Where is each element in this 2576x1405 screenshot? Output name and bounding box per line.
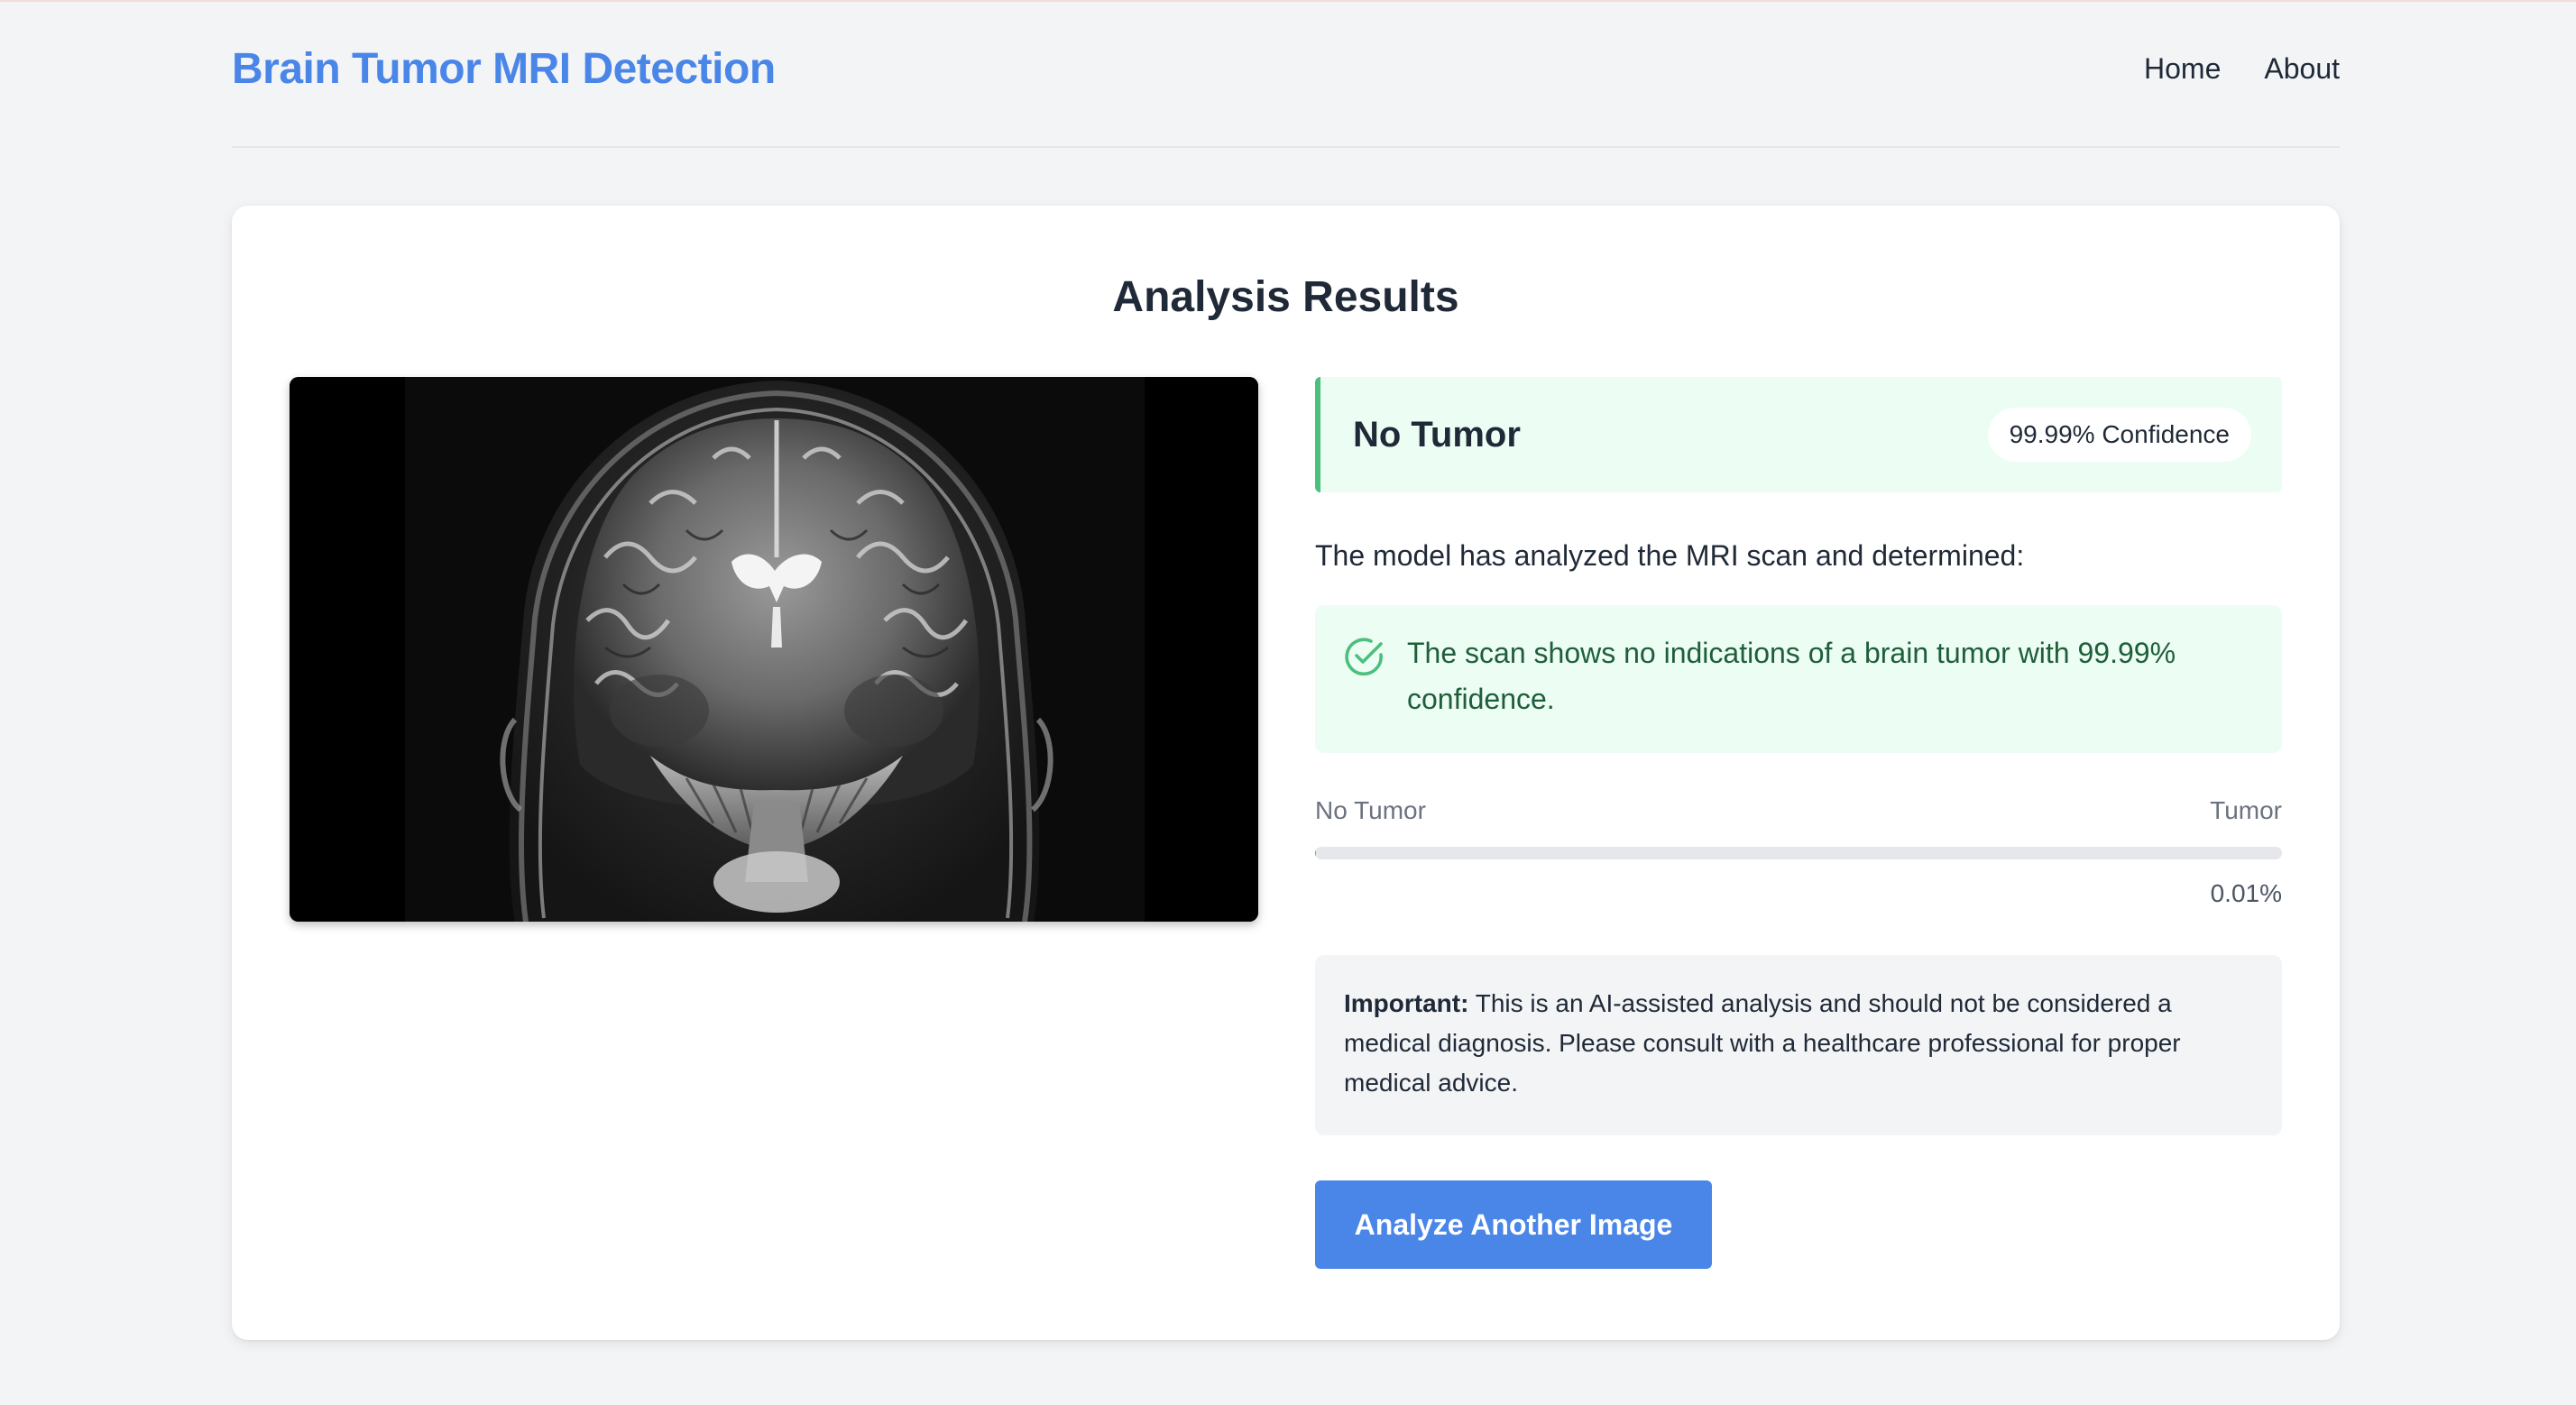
scale-left-label: No Tumor — [1315, 796, 1426, 824]
disclaimer-box: Important: This is an AI-assisted analys… — [1315, 955, 2282, 1135]
nav-about-link[interactable]: About — [2264, 52, 2340, 86]
probability-bar — [1315, 847, 2282, 859]
result-label: No Tumor — [1353, 414, 1521, 455]
analyze-another-button[interactable]: Analyze Another Image — [1315, 1180, 1712, 1269]
mri-scan-image — [290, 377, 1258, 922]
analysis-lead-text: The model has analyzed the MRI scan and … — [1315, 539, 2025, 572]
page-container: Brain Tumor MRI Detection Home About Ana… — [232, 2, 2340, 1340]
check-circle-icon — [1345, 638, 1383, 676]
result-note-text: The scan shows no indications of a brain… — [1407, 637, 2176, 715]
scale-right-label: Tumor — [2210, 796, 2282, 824]
main-nav: Home About — [2144, 52, 2340, 86]
page-title: Analysis Results — [1112, 273, 1459, 321]
result-note: The scan shows no indications of a brain… — [1315, 605, 2282, 753]
top-header: Brain Tumor MRI Detection Home About — [232, 2, 2340, 148]
disclaimer-text: This is an AI-assisted analysis and shou… — [1344, 989, 2181, 1097]
disclaimer-heading: Important: — [1344, 989, 1469, 1017]
nav-home-link[interactable]: Home — [2144, 52, 2221, 86]
brand-title[interactable]: Brain Tumor MRI Detection — [232, 44, 776, 94]
result-banner: No Tumor 99.99% Confidence — [1315, 377, 2282, 492]
probability-value: 0.01% — [2210, 879, 2282, 907]
analysis-card: Analysis Results No Tumor 99.99% Confide… — [232, 206, 2340, 1340]
results-panel: No Tumor 99.99% Confidence The model has… — [1315, 377, 2282, 1269]
probability-scale-labels: No Tumor Tumor — [1315, 796, 2282, 825]
confidence-badge: 99.99% Confidence — [1987, 408, 2251, 462]
